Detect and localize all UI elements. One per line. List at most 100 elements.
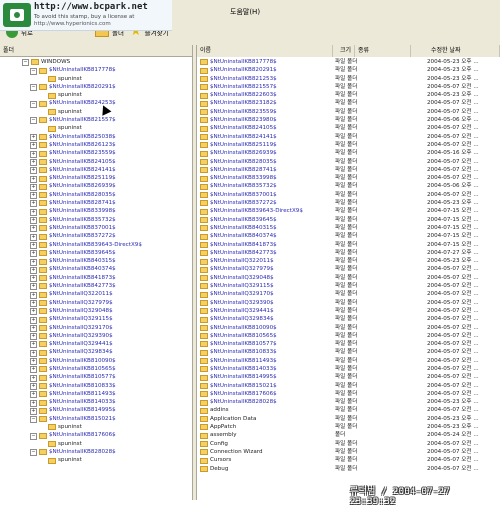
tree-item[interactable]: − $NtUninstallKB828028$ (0, 448, 192, 457)
list-item[interactable]: Application Data 파일 폴더 2004-05-23 오후 ... (197, 415, 500, 423)
list-item[interactable]: $NtUninstallKB823182$ 파일 폴더 2004-05-07 오전 … (197, 99, 500, 107)
list-item[interactable]: $NtUninstallQ329834$ 파일 폴더 2004-05-07 오전 .… (197, 315, 500, 323)
list-item[interactable]: $NtUninstallKB817778$ 파일 폴더 2004-05-23 오후 … (197, 58, 500, 66)
list-item[interactable]: $NtUninstallKB828028$ 파일 폴더 2004-05-23 오후 … (197, 398, 500, 406)
list-item[interactable]: Cursors 파일 폴더 2004-05-07 오전 ... (197, 456, 500, 464)
tree-item[interactable]: + $NtUninstallQ329170$ (0, 324, 192, 332)
tree-item[interactable]: + $NtUninstallQ329115$ (0, 315, 192, 324)
list-item[interactable]: $NtUninstallKB841873$ 파일 폴더 2004-07-15 오전 … (197, 241, 500, 249)
list-item[interactable]: $NtUninstallKB840315$ 파일 폴더 2004-07-15 오전 … (197, 224, 500, 232)
folder-tree-pane[interactable]: − WINDOWS − $NtUninstallKB817778$ spuninst − $… (0, 57, 192, 500)
list-item[interactable]: $NtUninstallKB810833$ 파일 폴더 2004-05-07 오전 … (197, 348, 500, 356)
list-item[interactable]: Config 파일 폴더 2004-05-07 오전 ... (197, 440, 500, 448)
tree-item[interactable]: + $NtUninstallQ327979$ (0, 299, 192, 307)
list-item[interactable]: $NtUninstallKB822603$ 파일 폴더 2004-05-23 오후 … (197, 91, 500, 99)
list-item[interactable]: $NtUninstallQ322011$ 파일 폴더 2004-05-23 오후 .… (197, 257, 500, 265)
tree-item[interactable]: + $NtUninstallQ329390$ (0, 332, 192, 341)
list-item[interactable]: $NtUninstallKB814033$ 파일 폴더 2004-05-07 오전 … (197, 365, 500, 373)
list-item[interactable]: assembly 폴더 2004-05-24 오전 ... (197, 431, 500, 439)
tree-item[interactable]: spuninst (0, 423, 192, 431)
list-item[interactable]: $NtUninstallKB810090$ 파일 폴더 2004-05-07 오전 … (197, 324, 500, 332)
tree-item[interactable]: + $NtUninstallKB824105$ (0, 158, 192, 166)
tree-item[interactable]: spuninst (0, 456, 192, 464)
tree-item[interactable]: + $NtUninstallKB839645$ (0, 249, 192, 258)
list-item[interactable]: $NtUninstallKB837272$ 파일 폴더 2004-05-23 오후 … (197, 199, 500, 207)
tree-item[interactable]: + $NtUninstallKB825119$ (0, 174, 192, 183)
list-item[interactable]: $NtUninstallKB837001$ 파일 폴더 2004-05-07 오전 … (197, 191, 500, 199)
list-item[interactable]: $NtUninstallKB810577$ 파일 폴더 2004-05-07 오전 … (197, 340, 500, 348)
list-item[interactable]: $NtUninstallKB826939$ 파일 폴더 2004-05-16 오후 … (197, 149, 500, 157)
tree-item[interactable]: + $NtUninstallKB842773$ (0, 282, 192, 291)
tree-item[interactable]: − $NtUninstallKB817606$ (0, 431, 192, 440)
list-item[interactable]: $NtUninstallKB821557$ 파일 폴더 2004-05-07 오전 … (197, 83, 500, 91)
tree-item[interactable]: + $NtUninstallKB810090$ (0, 357, 192, 366)
tree-item[interactable]: + $NtUninstallKB824141$ (0, 166, 192, 175)
tree-item[interactable]: − $NtUninstallKB821557$ (0, 116, 192, 125)
list-item[interactable]: $NtUninstallKB821253$ 파일 폴더 2004-05-23 오후 … (197, 75, 500, 83)
tree-item[interactable]: + $NtUninstallKB826939$ (0, 182, 192, 191)
list-item[interactable]: $NtUninstallQ329170$ 파일 폴더 2004-05-07 오전 .… (197, 290, 500, 298)
list-item[interactable]: $NtUninstallKB817606$ 파일 폴더 2004-05-07 오전 … (197, 390, 500, 398)
list-item[interactable]: $NtUninstallKB835732$ 파일 폴더 2004-05-06 오후 … (197, 182, 500, 190)
menu-help[interactable]: 도움말(H) (230, 7, 260, 17)
list-item[interactable]: $NtUninstallKB810565$ 파일 폴더 2004-05-07 오전 … (197, 332, 500, 340)
list-item[interactable]: Connection Wizard 파일 폴더 2004-05-07 오전 ... (197, 448, 500, 456)
column-size[interactable]: 크기 (333, 45, 355, 57)
tree-item[interactable]: + $NtUninstallKB828035$ (0, 191, 192, 200)
list-item[interactable]: $NtUninstallQ327979$ 파일 폴더 2004-05-07 오전 .… (197, 265, 500, 273)
list-item[interactable]: $NtUninstallKB824141$ 파일 폴더 2004-05-07 오전 … (197, 133, 500, 141)
tree-item[interactable]: + $NtUninstallQ329048$ (0, 307, 192, 316)
list-item[interactable]: $NtUninstallKB839645$ 파일 폴더 2004-07-15 오전 … (197, 216, 500, 224)
tree-item[interactable]: + $NtUninstallKB837001$ (0, 224, 192, 233)
tree-item[interactable]: spuninst (0, 440, 192, 448)
tree-item[interactable]: spuninst (0, 108, 192, 116)
list-item[interactable]: $NtUninstallKB814995$ 파일 폴더 2004-05-07 오전 … (197, 373, 500, 381)
column-name[interactable]: 이름 (197, 45, 333, 57)
tree-item[interactable]: spuninst (0, 75, 192, 83)
tree-item[interactable]: + $NtUninstallKB828741$ (0, 199, 192, 208)
list-item[interactable]: $NtUninstallKB823980$ 파일 폴더 2004-05-06 오후 … (197, 116, 500, 124)
tree-item[interactable]: − $NtUninstallKB815021$ (0, 415, 192, 424)
column-type[interactable]: 종류 (355, 45, 411, 57)
list-item[interactable]: $NtUninstallKB824105$ 파일 폴더 2004-05-07 오전 … (197, 124, 500, 132)
list-item[interactable]: $NtUninstallQ329390$ 파일 폴더 2004-05-07 오전 .… (197, 299, 500, 307)
tree-item[interactable]: + $NtUninstallKB837272$ (0, 232, 192, 241)
list-item[interactable]: $NtUninstallKB811493$ 파일 폴더 2004-05-07 오전 … (197, 357, 500, 365)
list-item[interactable]: $NtUninstallKB825119$ 파일 폴더 2004-05-07 오전 … (197, 141, 500, 149)
tree-item[interactable]: + $NtUninstallKB835732$ (0, 216, 192, 225)
tree-item[interactable]: + $NtUninstallKB840374$ (0, 265, 192, 274)
list-item[interactable]: $NtUninstallKB828035$ 파일 폴더 2004-05-07 오전 … (197, 158, 500, 166)
tree-item[interactable]: + $NtUninstallKB840315$ (0, 257, 192, 266)
list-item[interactable]: $NtUninstallKB828741$ 파일 폴더 2004-05-07 오전 … (197, 166, 500, 174)
tree-item[interactable]: + $NtUninstallQ329441$ (0, 340, 192, 349)
list-item[interactable]: $NtUninstallQ329441$ 파일 폴더 2004-05-07 오전 .… (197, 307, 500, 315)
tree-item[interactable]: + $NtUninstallKB839643-DirectX9$ (0, 241, 192, 249)
tree-item[interactable]: + $NtUninstallKB814033$ (0, 398, 192, 407)
tree-item[interactable]: + $NtUninstallQ322011$ (0, 290, 192, 299)
list-item[interactable]: AppPatch 파일 폴더 2004-05-23 오후 ... (197, 423, 500, 431)
tree-item[interactable]: + $NtUninstallKB826123$ (0, 141, 192, 150)
list-item[interactable]: $NtUninstallKB815021$ 파일 폴더 2004-05-07 오전 … (197, 382, 500, 390)
tree-item[interactable]: + $NtUninstallKB810565$ (0, 365, 192, 374)
list-item[interactable]: $NtUninstallQ329048$ 파일 폴더 2004-05-07 오전 .… (197, 274, 500, 282)
tree-item[interactable]: + $NtUninstallKB810833$ (0, 382, 192, 390)
list-item[interactable]: addins 파일 폴더 2004-05-07 오전 ... (197, 406, 500, 414)
tree-item[interactable]: − $NtUninstallKB824253$ (0, 99, 192, 108)
tree-item[interactable]: spuninst (0, 124, 192, 132)
tree-item[interactable]: + $NtUninstallKB823559$ (0, 149, 192, 158)
list-item[interactable]: Debug 파일 폴더 2004-05-07 오전 ... (197, 465, 500, 473)
tree-item[interactable]: + $NtUninstallKB811493$ (0, 390, 192, 399)
tree-item[interactable]: spuninst (0, 91, 192, 99)
tree-item[interactable]: − WINDOWS (0, 58, 192, 67)
column-modified[interactable]: 수정한 날짜 (411, 45, 500, 57)
tree-item[interactable]: + $NtUninstallKB841873$ (0, 274, 192, 283)
list-item[interactable]: $NtUninstallQ329115$ 파일 폴더 2004-05-07 오전 .… (197, 282, 500, 290)
tree-item[interactable]: + $NtUninstallKB810577$ (0, 373, 192, 382)
tree-item[interactable]: + $NtUninstallKB825038$ (0, 133, 192, 142)
list-item[interactable]: $NtUninstallKB840374$ 파일 폴더 2004-07-15 오전 … (197, 232, 500, 240)
list-item[interactable]: $NtUninstallKB820291$ 파일 폴더 2004-05-23 오후 … (197, 66, 500, 74)
file-list-pane[interactable]: $NtUninstallKB817778$ 파일 폴더 2004-05-23 오후 … (197, 57, 500, 500)
tree-item[interactable]: − $NtUninstallKB817778$ (0, 66, 192, 75)
tree-item[interactable]: + $NtUninstallQ329834$ (0, 348, 192, 357)
tree-item[interactable]: + $NtUninstallKB833998$ (0, 207, 192, 216)
